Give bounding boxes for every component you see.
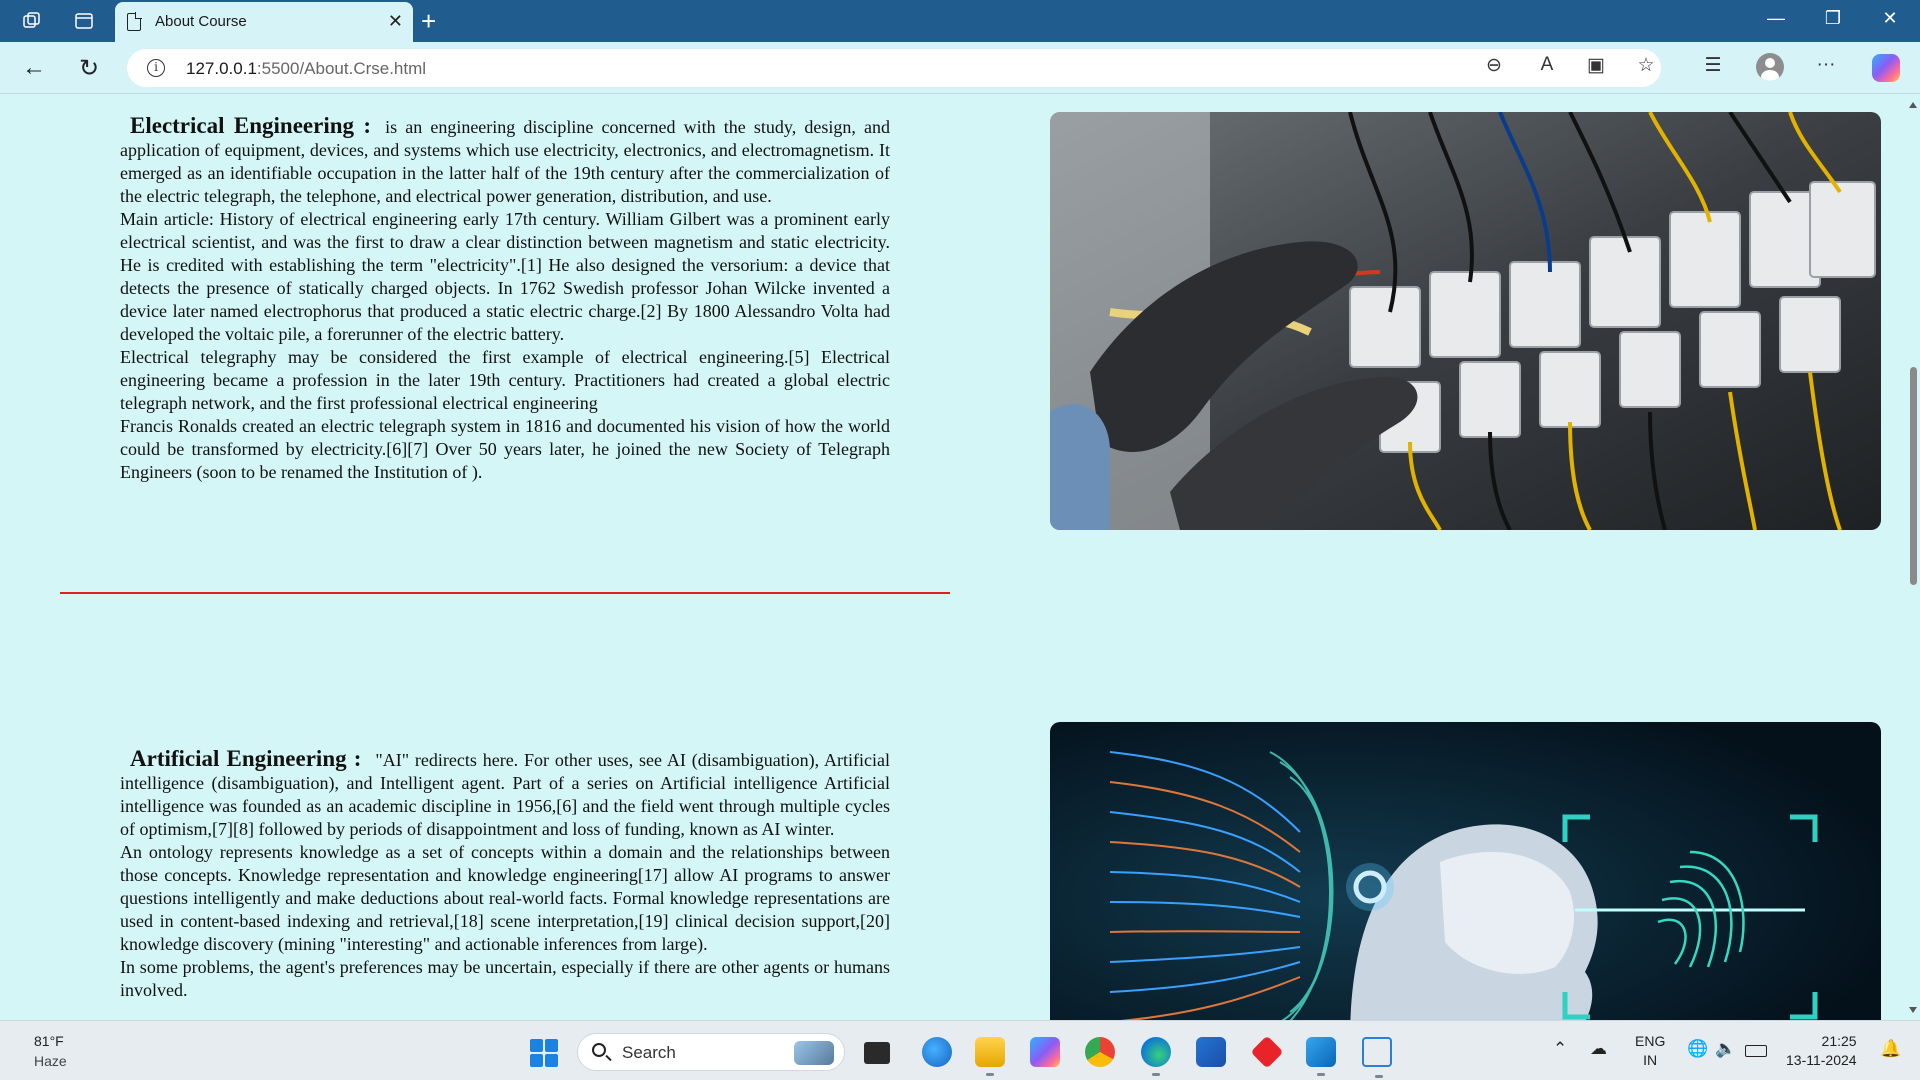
- refresh-icon[interactable]: ↻: [75, 54, 103, 83]
- clock-date: 13-11-2024: [1786, 1052, 1857, 1068]
- ai-heading: Artificial Engineering :: [130, 746, 362, 771]
- scroll-down-arrow-icon[interactable]: [1909, 1007, 1917, 1013]
- network-icon[interactable]: 🌐: [1687, 1039, 1708, 1059]
- close-window-button[interactable]: ✕: [1875, 8, 1905, 29]
- new-tab-button[interactable]: +: [421, 6, 436, 37]
- profile-avatar[interactable]: [1756, 53, 1784, 81]
- vertical-tabs-icon[interactable]: [72, 9, 96, 33]
- immersive-reader-icon[interactable]: ▣: [1582, 54, 1610, 77]
- language-primary: ENG: [1635, 1033, 1666, 1049]
- restore-button[interactable]: ❐: [1818, 8, 1848, 29]
- tab-about-course[interactable]: About Course ✕: [115, 2, 413, 42]
- ai-para-2: An ontology represents knowledge as a se…: [120, 842, 890, 954]
- tab-title: About Course: [155, 13, 247, 30]
- red-app-icon[interactable]: [1250, 1035, 1284, 1069]
- vscode-icon[interactable]: [1306, 1037, 1336, 1076]
- snipping-tool-icon[interactable]: [1362, 1037, 1392, 1078]
- system-clock[interactable]: 21:25 13-11-2024: [1786, 1032, 1857, 1070]
- electrical-para-2: Main article: History of electrical engi…: [120, 209, 890, 344]
- url-text[interactable]: 127.0.0.1:5500/About.Crse.html: [186, 59, 426, 79]
- search-icon: [592, 1043, 606, 1057]
- search-label: Search: [622, 1043, 676, 1062]
- ai-intro: Artificial Engineering : "AI" redirects h…: [120, 747, 890, 841]
- favorites-icon[interactable]: ☰: [1699, 54, 1727, 77]
- language-indicator[interactable]: ENG IN: [1635, 1032, 1665, 1070]
- page-scrollbar[interactable]: [1906, 95, 1920, 1020]
- search-highlight-image: [794, 1041, 834, 1065]
- volume-icon[interactable]: 🔈: [1715, 1039, 1736, 1059]
- back-icon[interactable]: ←: [20, 54, 48, 82]
- weather-condition: Haze: [34, 1053, 67, 1069]
- show-hidden-icons-icon[interactable]: ⌃: [1553, 1039, 1567, 1059]
- electrical-para-4: Francis Ronalds created an electric tele…: [120, 416, 890, 482]
- url-host: 127.0.0.1: [186, 59, 257, 78]
- language-secondary: IN: [1643, 1052, 1658, 1068]
- copilot-app-icon[interactable]: [922, 1037, 952, 1067]
- url-field[interactable]: i 127.0.0.1:5500/About.Crse.html: [127, 49, 1661, 87]
- file-explorer-icon[interactable]: [975, 1037, 1005, 1076]
- address-bar: ← ↻ i 127.0.0.1:5500/About.Crse.html ⊖ A…: [0, 42, 1920, 94]
- more-menu-icon[interactable]: ···: [1812, 54, 1840, 76]
- taskbar: 81°F Haze Search ⌃ ☁ ENG IN 🌐 🔈 21:25 13…: [0, 1020, 1920, 1080]
- ai-robot-image: [1050, 722, 1881, 1020]
- workspaces-icon[interactable]: [20, 9, 44, 33]
- tab-bar: About Course ✕ + — ❐ ✕: [0, 0, 1920, 42]
- chrome-icon[interactable]: [1085, 1037, 1115, 1067]
- electrical-heading: Electrical Engineering :: [130, 113, 372, 138]
- minimize-button[interactable]: —: [1761, 8, 1791, 29]
- read-aloud-icon[interactable]: A: [1533, 54, 1561, 76]
- copilot-icon[interactable]: [1872, 54, 1900, 82]
- weather-temperature: 81°F: [34, 1033, 64, 1049]
- scrollbar-thumb[interactable]: [1910, 367, 1917, 585]
- electrical-para-3: Electrical telegraphy may be considered …: [120, 347, 890, 413]
- site-info-icon[interactable]: i: [147, 59, 165, 77]
- weather-widget[interactable]: 81°F Haze: [34, 1031, 67, 1071]
- url-path: :5500/About.Crse.html: [256, 59, 427, 78]
- electrical-intro: Electrical Engineering : is an engineerin…: [120, 114, 890, 208]
- ai-para-3: In some problems, the agent's preference…: [120, 957, 890, 1000]
- taskbar-search[interactable]: Search: [577, 1033, 845, 1071]
- electrical-panel-image: [1050, 112, 1881, 530]
- notifications-icon[interactable]: 🔔: [1880, 1039, 1901, 1059]
- page-icon: [127, 12, 142, 31]
- microsoft-store-icon[interactable]: [1196, 1037, 1226, 1067]
- close-tab-icon[interactable]: ✕: [388, 11, 403, 32]
- zoom-out-icon[interactable]: ⊖: [1480, 54, 1508, 77]
- task-view-icon[interactable]: [864, 1042, 890, 1064]
- page-content: Electrical Engineering : is an engineerin…: [0, 95, 1906, 1020]
- favorite-star-icon[interactable]: ☆: [1632, 54, 1660, 77]
- battery-icon[interactable]: [1745, 1045, 1767, 1057]
- section-divider: [60, 592, 950, 594]
- copilot-taskbar-icon[interactable]: [1030, 1037, 1060, 1067]
- artificial-engineering-section: Artificial Engineering : "AI" redirects h…: [120, 747, 890, 1002]
- clock-time: 21:25: [1821, 1033, 1857, 1049]
- electrical-engineering-section: Electrical Engineering : is an engineerin…: [120, 114, 890, 484]
- start-button-icon[interactable]: [530, 1039, 558, 1067]
- scroll-up-arrow-icon[interactable]: [1909, 102, 1917, 108]
- edge-icon[interactable]: [1141, 1037, 1171, 1076]
- onedrive-icon[interactable]: ☁: [1590, 1039, 1607, 1059]
